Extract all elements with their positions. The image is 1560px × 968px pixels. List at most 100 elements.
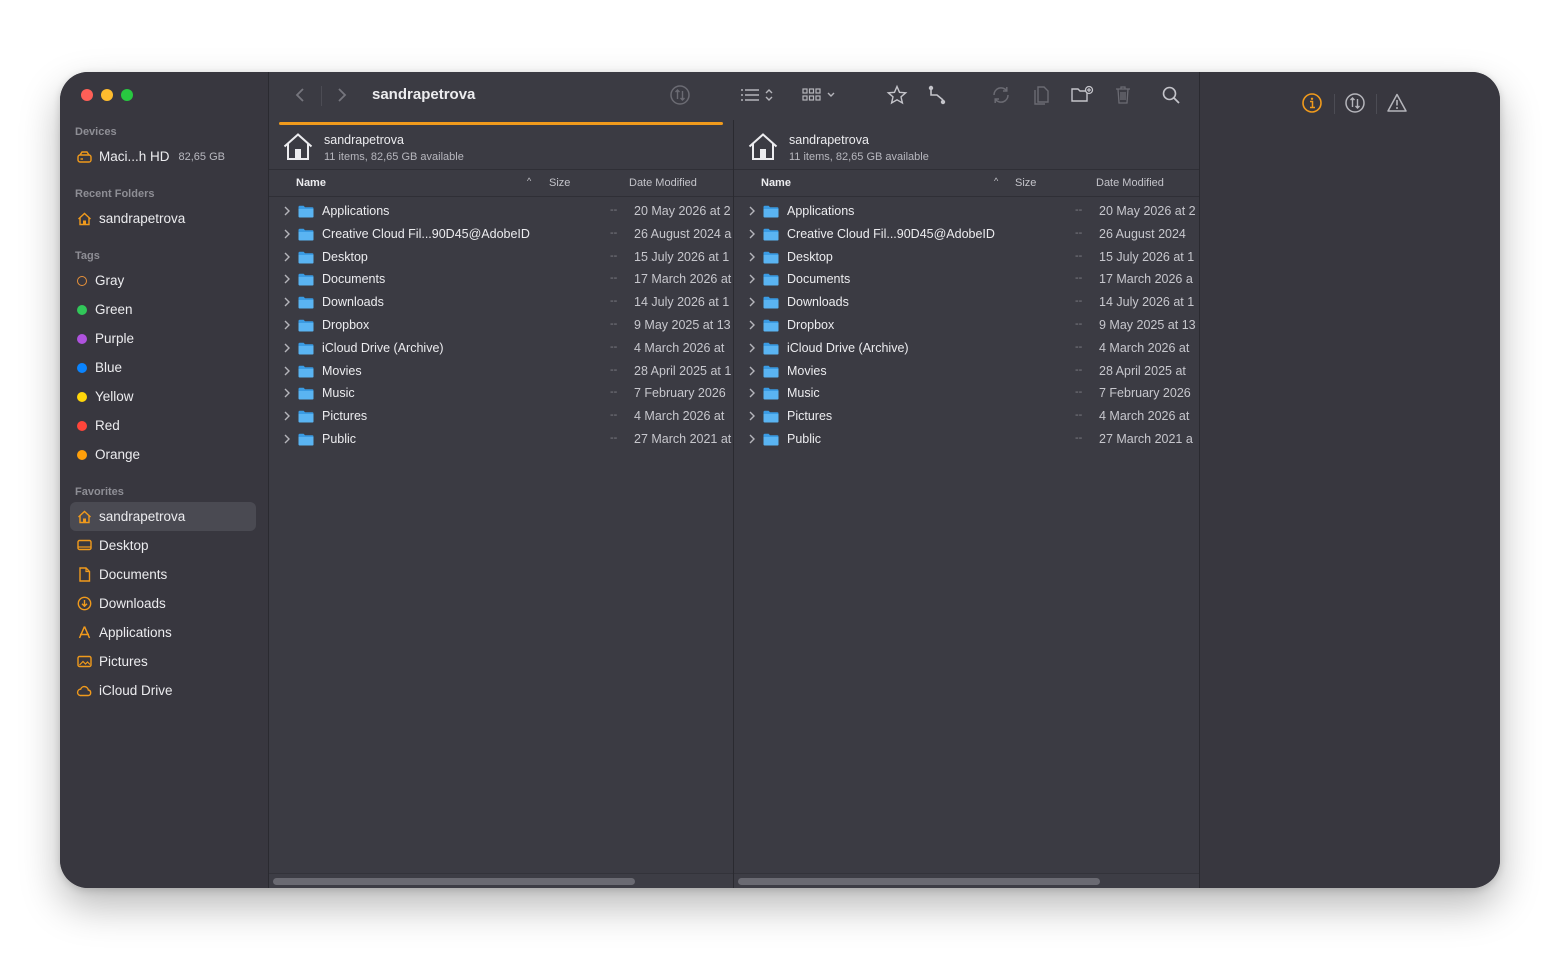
file-row[interactable]: Music -- 7 February 2026 [734, 383, 1199, 406]
sidebar-item-desktop[interactable]: Desktop [70, 531, 256, 560]
sidebar-item-device[interactable]: Maci...h HD 82,65 GB [70, 142, 256, 171]
pane-header: sandrapetrova 11 items, 82,65 GB availab… [269, 130, 733, 168]
scrollbar-thumb[interactable] [738, 878, 1100, 885]
forward-icon[interactable] [333, 84, 351, 106]
close-window-button[interactable] [81, 89, 93, 101]
file-row[interactable]: Public -- 27 March 2021 a [734, 429, 1199, 452]
info-icon[interactable] [1300, 92, 1324, 114]
warning-icon[interactable] [1385, 92, 1409, 114]
search-icon[interactable] [1159, 84, 1183, 106]
file-name: Desktop [322, 249, 368, 264]
disclosure-chevron-icon[interactable] [748, 296, 756, 308]
document-icon [76, 567, 92, 583]
left-file-pane[interactable]: sandrapetrova 11 items, 82,65 GB availab… [269, 120, 734, 888]
disclosure-chevron-icon[interactable] [283, 228, 291, 240]
sidebar-item-sandrapetrova[interactable]: sandrapetrova [70, 502, 256, 531]
file-row[interactable]: Music -- 7 February 2026 [269, 383, 733, 406]
list-view-icon[interactable] [739, 84, 779, 106]
new-folder-icon[interactable] [1069, 84, 1095, 106]
file-row[interactable]: Downloads -- 14 July 2026 at 1 [269, 292, 733, 315]
disclosure-chevron-icon[interactable] [748, 410, 756, 422]
copy-icon[interactable] [1029, 84, 1053, 106]
file-row[interactable]: Documents -- 17 March 2026 at [269, 269, 733, 292]
file-row[interactable]: Downloads -- 14 July 2026 at 1 [734, 292, 1199, 315]
desktop-icon [76, 538, 92, 554]
transfer-icon[interactable] [1343, 92, 1367, 114]
file-row[interactable]: Pictures -- 4 March 2026 at [269, 406, 733, 429]
horizontal-scrollbar[interactable] [734, 873, 1199, 888]
column-size[interactable]: Size [549, 177, 570, 189]
horizontal-scrollbar[interactable] [269, 873, 733, 888]
sidebar-item-applications[interactable]: Applications [70, 618, 256, 647]
disclosure-chevron-icon[interactable] [283, 433, 291, 445]
sidebar-item-recent-sandrapetrova[interactable]: sandrapetrova [70, 204, 256, 233]
disclosure-chevron-icon[interactable] [283, 296, 291, 308]
disclosure-chevron-icon[interactable] [748, 433, 756, 445]
column-header: Name ^ Size Date Modified [734, 169, 1199, 197]
star-icon[interactable] [885, 84, 909, 106]
sidebar-item-pictures[interactable]: Pictures [70, 647, 256, 676]
disclosure-chevron-icon[interactable] [283, 205, 291, 217]
sidebar-tag-red[interactable]: Red [70, 411, 256, 440]
grid-view-icon[interactable] [801, 84, 841, 106]
sidebar-tag-green[interactable]: Green [70, 295, 256, 324]
sidebar-tag-yellow[interactable]: Yellow [70, 382, 256, 411]
file-row[interactable]: Movies -- 28 April 2025 at 1 [269, 361, 733, 384]
file-row[interactable]: Pictures -- 4 March 2026 at [734, 406, 1199, 429]
file-row[interactable]: Desktop -- 15 July 2026 at 1 [734, 247, 1199, 270]
column-date-modified[interactable]: Date Modified [1096, 177, 1164, 189]
disclosure-chevron-icon[interactable] [748, 319, 756, 331]
disclosure-chevron-icon[interactable] [283, 319, 291, 331]
connect-icon[interactable] [925, 84, 949, 106]
file-date-modified: 7 February 2026 [634, 386, 726, 401]
file-row[interactable]: Desktop -- 15 July 2026 at 1 [269, 247, 733, 270]
sidebar-tag-purple[interactable]: Purple [70, 324, 256, 353]
file-row[interactable]: Dropbox -- 9 May 2025 at 13 [269, 315, 733, 338]
file-row[interactable]: Applications -- 20 May 2026 at 2 [734, 201, 1199, 224]
sidebar-item-downloads[interactable]: Downloads [70, 589, 256, 618]
sync-status-icon[interactable] [668, 84, 692, 106]
disclosure-chevron-icon[interactable] [283, 365, 291, 377]
file-size: -- [1075, 386, 1083, 399]
file-row[interactable]: Dropbox -- 9 May 2025 at 13 [734, 315, 1199, 338]
file-row[interactable]: iCloud Drive (Archive) -- 4 March 2026 at [734, 338, 1199, 361]
back-icon[interactable] [291, 84, 309, 106]
disclosure-chevron-icon[interactable] [748, 273, 756, 285]
disclosure-chevron-icon[interactable] [283, 251, 291, 263]
refresh-icon[interactable] [989, 84, 1013, 106]
trash-icon[interactable] [1111, 84, 1135, 106]
file-row[interactable]: Public -- 27 March 2021 at [269, 429, 733, 452]
sidebar-item-documents[interactable]: Documents [70, 560, 256, 589]
column-date-modified[interactable]: Date Modified [629, 177, 697, 189]
sidebar-tag-blue[interactable]: Blue [70, 353, 256, 382]
disclosure-chevron-icon[interactable] [748, 228, 756, 240]
zoom-window-button[interactable] [121, 89, 133, 101]
inspector-panel [1199, 72, 1500, 888]
disclosure-chevron-icon[interactable] [283, 273, 291, 285]
column-name[interactable]: Name [761, 177, 791, 189]
file-row[interactable]: Applications -- 20 May 2026 at 2 [269, 201, 733, 224]
column-name[interactable]: Name [296, 177, 326, 189]
disclosure-chevron-icon[interactable] [283, 342, 291, 354]
disclosure-chevron-icon[interactable] [283, 410, 291, 422]
file-row[interactable]: Documents -- 17 March 2026 a [734, 269, 1199, 292]
folder-icon [763, 387, 779, 400]
disclosure-chevron-icon[interactable] [748, 251, 756, 263]
disclosure-chevron-icon[interactable] [748, 342, 756, 354]
sidebar-tag-orange[interactable]: Orange [70, 440, 256, 469]
scrollbar-thumb[interactable] [273, 878, 635, 885]
disclosure-chevron-icon[interactable] [748, 205, 756, 217]
file-row[interactable]: Movies -- 28 April 2025 at [734, 361, 1199, 384]
file-row[interactable]: Creative Cloud Fil...90D45@AdobeID -- 26 A… [269, 224, 733, 247]
disclosure-chevron-icon[interactable] [748, 387, 756, 399]
column-size[interactable]: Size [1015, 177, 1036, 189]
sidebar-tag-gray[interactable]: Gray [70, 266, 256, 295]
disclosure-chevron-icon[interactable] [283, 387, 291, 399]
file-row[interactable]: Creative Cloud Fil...90D45@AdobeID -- 26 A… [734, 224, 1199, 247]
minimize-window-button[interactable] [101, 89, 113, 101]
applications-icon [76, 625, 92, 641]
file-row[interactable]: iCloud Drive (Archive) -- 4 March 2026 at [269, 338, 733, 361]
sidebar-item-icloud-drive[interactable]: iCloud Drive [70, 676, 256, 705]
disclosure-chevron-icon[interactable] [748, 365, 756, 377]
right-file-pane[interactable]: sandrapetrova 11 items, 82,65 GB availab… [734, 120, 1199, 888]
